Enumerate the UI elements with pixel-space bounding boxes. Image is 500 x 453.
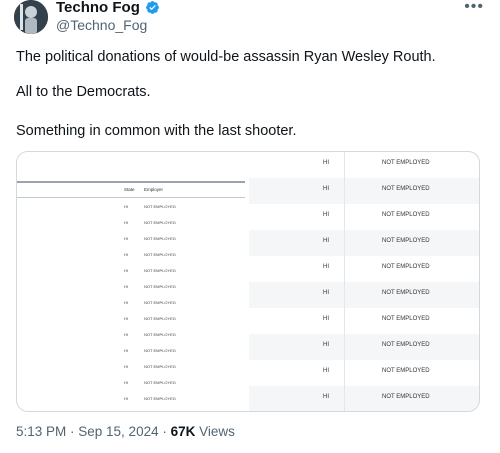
- state-cell: HI: [124, 380, 128, 385]
- table-row: HI NOT EMPLOYED: [249, 204, 479, 230]
- employer-cell: NOT EMPLOYED: [382, 342, 430, 348]
- verified-badge-icon: [145, 1, 159, 14]
- employer-cell: NOT EMPLOYED: [382, 160, 430, 166]
- employer-cell: NOT EMPLOYED: [382, 264, 430, 270]
- donation-table-right: HI NOT EMPLOYED HI NOT EMPLOYED HI NOT EMPLOY…: [249, 152, 479, 411]
- state-cell: HI: [124, 236, 128, 241]
- table-row: HI NOT EMPLOYED: [17, 345, 249, 356]
- attached-image[interactable]: State Employer HI NOT EMPLOYED HI NOT EMPLO…: [16, 151, 480, 412]
- table-row: HI NOT EMPLOYED: [249, 360, 479, 386]
- display-name[interactable]: Techno Fog: [56, 0, 140, 16]
- state-cell: HI: [124, 396, 128, 401]
- state-cell: HI: [124, 204, 128, 209]
- state-cell: HI: [323, 238, 329, 244]
- state-cell: HI: [323, 342, 329, 348]
- state-cell: HI: [124, 220, 128, 225]
- table-row: HI NOT EMPLOYED: [249, 230, 479, 256]
- state-cell: HI: [323, 212, 329, 218]
- divider: [17, 197, 245, 198]
- table-row: HI NOT EMPLOYED: [17, 361, 249, 372]
- employer-cell: NOT EMPLOYED: [144, 204, 176, 209]
- employer-cell: NOT EMPLOYED: [382, 290, 430, 296]
- table-row: HI NOT EMPLOYED: [17, 233, 249, 244]
- state-cell: HI: [323, 394, 329, 400]
- state-cell: HI: [124, 252, 128, 257]
- employer-cell: NOT EMPLOYED: [144, 348, 176, 353]
- state-cell: HI: [124, 332, 128, 337]
- employer-cell: NOT EMPLOYED: [382, 238, 430, 244]
- column-header-employer: Employer: [144, 187, 164, 192]
- employer-cell: NOT EMPLOYED: [382, 394, 430, 400]
- table-row: HI NOT EMPLOYED: [249, 386, 479, 411]
- table-row: HI NOT EMPLOYED: [17, 265, 249, 276]
- state-cell: HI: [323, 368, 329, 374]
- views-label: Views: [195, 424, 235, 439]
- employer-cell: NOT EMPLOYED: [144, 268, 176, 273]
- table-row: HI NOT EMPLOYED: [17, 217, 249, 228]
- employer-cell: NOT EMPLOYED: [144, 364, 176, 369]
- state-cell: HI: [124, 316, 128, 321]
- state-cell: HI: [323, 290, 329, 296]
- employer-cell: NOT EMPLOYED: [382, 186, 430, 192]
- donation-table-left: State Employer HI NOT EMPLOYED HI NOT EMPLO…: [17, 152, 249, 411]
- table-row: HI NOT EMPLOYED: [249, 256, 479, 282]
- employer-cell: NOT EMPLOYED: [144, 396, 176, 401]
- table-row: HI NOT EMPLOYED: [17, 249, 249, 260]
- table-row: HI NOT EMPLOYED: [17, 377, 249, 388]
- tweet-line: The political donations of would-be assa…: [16, 49, 436, 65]
- state-cell: HI: [124, 268, 128, 273]
- state-cell: HI: [323, 160, 329, 166]
- table-row: HI NOT EMPLOYED: [17, 281, 249, 292]
- column-header-state: State: [124, 187, 135, 192]
- tweet-header: Techno Fog @Techno_Fog •••: [0, 0, 500, 38]
- employer-cell: NOT EMPLOYED: [144, 332, 176, 337]
- employer-cell: NOT EMPLOYED: [144, 236, 176, 241]
- table-row: HI NOT EMPLOYED: [17, 201, 249, 212]
- divider: [17, 181, 245, 183]
- employer-cell: NOT EMPLOYED: [382, 368, 430, 374]
- employer-cell: NOT EMPLOYED: [144, 380, 176, 385]
- employer-cell: NOT EMPLOYED: [382, 316, 430, 322]
- table-row: HI NOT EMPLOYED: [17, 313, 249, 324]
- table-row: HI NOT EMPLOYED: [17, 329, 249, 340]
- more-options-icon[interactable]: •••: [464, 0, 484, 16]
- employer-cell: NOT EMPLOYED: [144, 220, 176, 225]
- tweet-line: Something in common with the last shoote…: [16, 123, 297, 139]
- employer-cell: NOT EMPLOYED: [144, 300, 176, 305]
- table-row: HI NOT EMPLOYED: [17, 297, 249, 308]
- employer-cell: NOT EMPLOYED: [144, 252, 176, 257]
- tweet-metadata: 5:13 PM · Sep 15, 2024 · 67K Views: [16, 424, 235, 439]
- employer-cell: NOT EMPLOYED: [144, 316, 176, 321]
- divider: [344, 152, 345, 411]
- state-cell: HI: [124, 284, 128, 289]
- state-cell: HI: [323, 264, 329, 270]
- employer-cell: NOT EMPLOYED: [144, 284, 176, 289]
- tweet-line: All to the Democrats.: [16, 84, 151, 100]
- table-row: HI NOT EMPLOYED: [17, 393, 249, 404]
- table-row: HI NOT EMPLOYED: [249, 178, 479, 204]
- view-count: 67K: [170, 424, 196, 439]
- table-row: HI NOT EMPLOYED: [249, 152, 479, 178]
- timestamp[interactable]: 5:13 PM · Sep 15, 2024 ·: [16, 424, 171, 439]
- user-handle[interactable]: @Techno_Fog: [56, 17, 147, 33]
- avatar[interactable]: [14, 0, 48, 34]
- state-cell: HI: [124, 348, 128, 353]
- table-row: HI NOT EMPLOYED: [249, 334, 479, 360]
- state-cell: HI: [323, 316, 329, 322]
- state-cell: HI: [323, 186, 329, 192]
- table-row: HI NOT EMPLOYED: [249, 308, 479, 334]
- state-cell: HI: [124, 300, 128, 305]
- table-row: HI NOT EMPLOYED: [249, 282, 479, 308]
- employer-cell: NOT EMPLOYED: [382, 212, 430, 218]
- state-cell: HI: [124, 364, 128, 369]
